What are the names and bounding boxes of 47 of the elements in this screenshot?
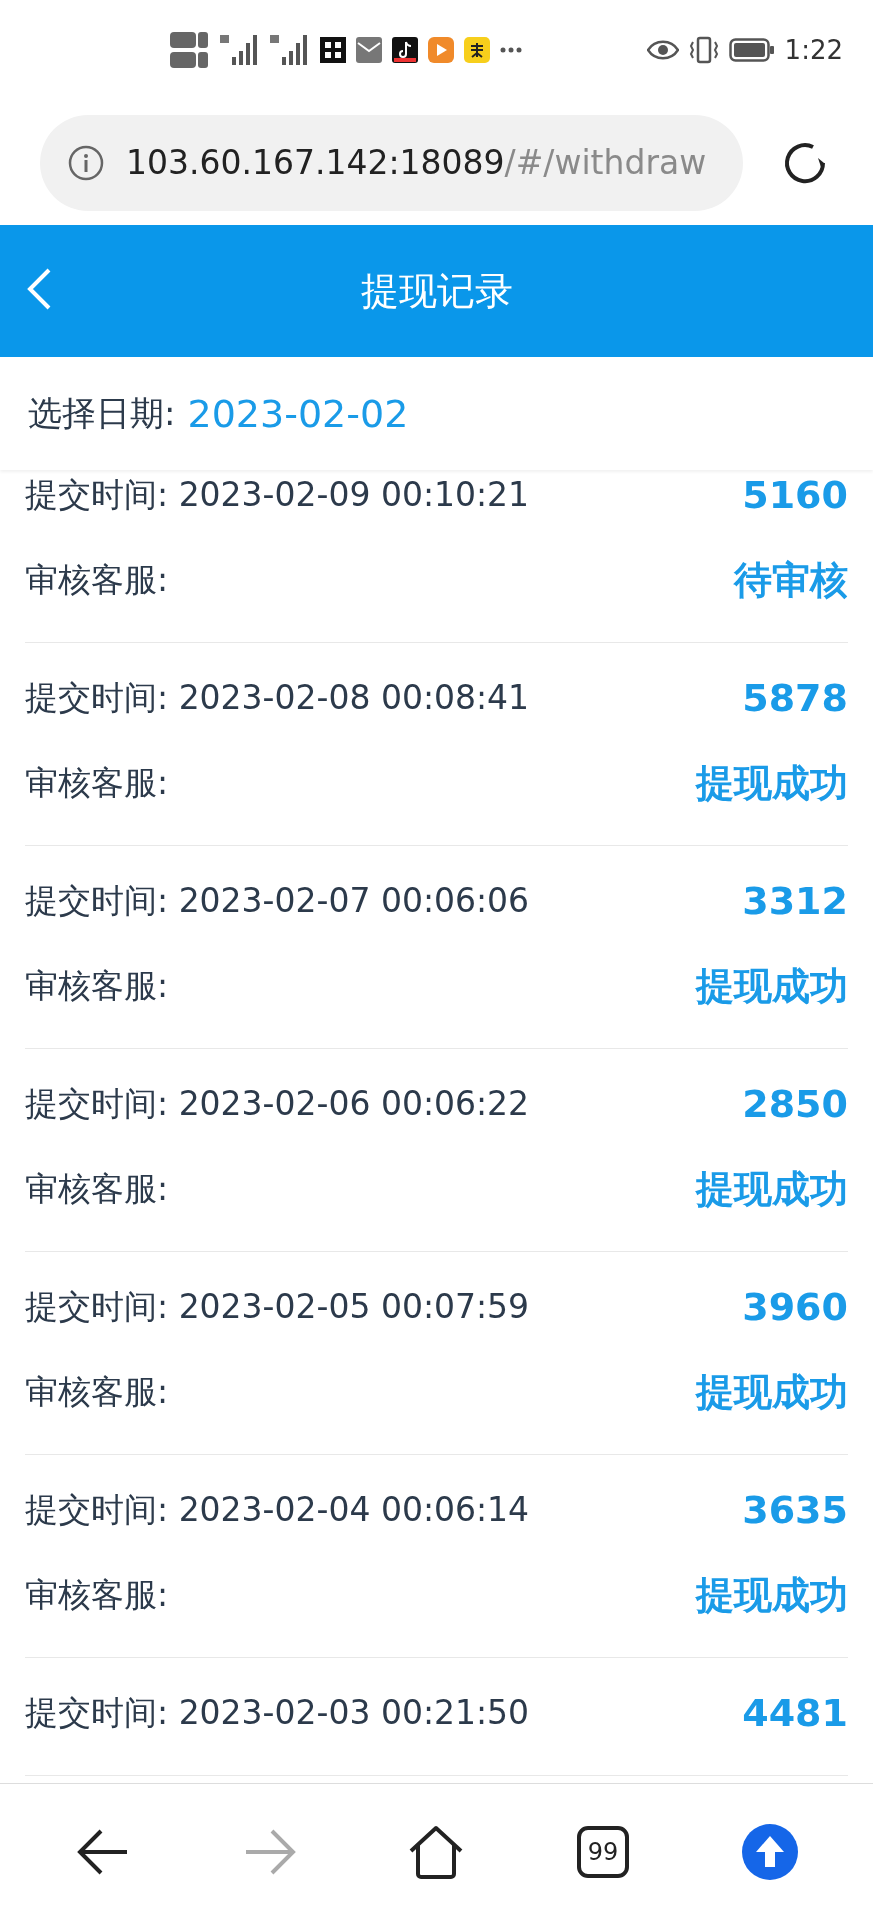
amount: 5878: [742, 676, 848, 720]
reviewer-label: 审核客服:: [25, 1370, 169, 1413]
amount: 5160: [742, 473, 848, 517]
submit-time: 提交时间: 2023-02-09 00:10:21: [25, 473, 530, 516]
status-text: 待审核: [734, 556, 848, 604]
page-title: 提现记录: [360, 267, 513, 315]
back-icon[interactable]: [26, 267, 52, 311]
status-text: 提现成功: [696, 962, 848, 1010]
submit-time: 提交时间: 2023-02-06 00:06:22: [25, 1082, 530, 1125]
reviewer-label: 审核客服:: [25, 964, 169, 1007]
address-field[interactable]: 103.60.167.142:18089/#/withdraw: [40, 114, 743, 211]
submit-time: 提交时间: 2023-02-04 00:06:14: [25, 1488, 530, 1531]
status-text: 提现成功: [696, 759, 848, 807]
scroll-top-button[interactable]: [741, 1824, 798, 1880]
submit-time: 提交时间: 2023-02-08 00:08:41: [25, 676, 530, 719]
url-text: 103.60.167.142:18089/#/withdraw: [126, 143, 707, 182]
amount: 3312: [742, 879, 848, 923]
more-icon: [500, 47, 522, 53]
submit-time: 提交时间: 2023-02-05 00:07:59: [25, 1285, 530, 1328]
amount: 3635: [742, 1488, 848, 1532]
amount: 2850: [742, 1082, 848, 1126]
signal-icon: [220, 33, 260, 67]
status-text: 提现成功: [696, 1571, 848, 1619]
date-label: 选择日期:: [28, 391, 176, 435]
clock-time: 1:22: [784, 35, 843, 65]
tabs-button[interactable]: 99: [575, 1824, 632, 1880]
reviewer-label: 审核客服:: [25, 761, 169, 804]
eye-icon: [646, 39, 679, 61]
amount: 3960: [742, 1285, 848, 1329]
vibrate-icon: [688, 36, 719, 64]
envelope-icon: [356, 37, 382, 63]
reviewer-label: 审核客服:: [25, 1167, 169, 1210]
home-button[interactable]: [408, 1824, 465, 1880]
music-note-icon: [392, 37, 418, 63]
amount: 4481: [742, 1691, 848, 1735]
battery-icon: [728, 38, 775, 62]
reviewer-label: 审核客服:: [25, 1573, 169, 1616]
reviewer-label: 审核客服:: [25, 558, 169, 601]
app-icon: [320, 37, 346, 63]
info-icon: [68, 144, 104, 181]
signal-icon: [270, 33, 310, 67]
status-text: 提现成功: [696, 1165, 848, 1213]
submit-time: 提交时间: 2023-02-03 00:21:50: [25, 1691, 530, 1734]
status-text: 提现成功: [696, 1368, 848, 1416]
play-icon: [428, 37, 454, 63]
app-icon: [464, 37, 490, 63]
submit-time: 提交时间: 2023-02-07 00:06:06: [25, 879, 530, 922]
